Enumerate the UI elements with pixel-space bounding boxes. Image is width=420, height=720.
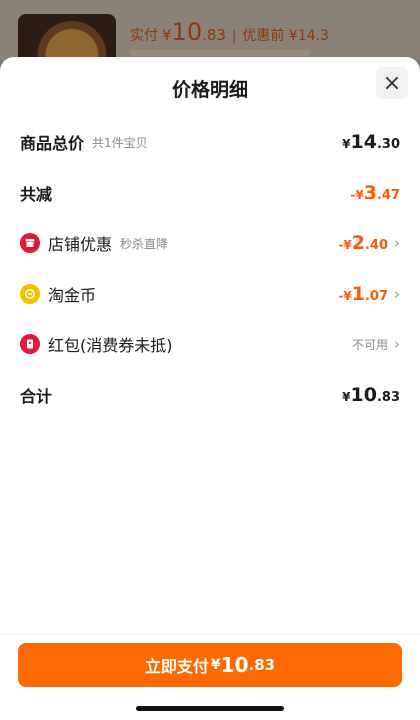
- grand-total-amount: ¥ 10 .83: [342, 384, 400, 406]
- shop-int: 2: [351, 232, 365, 254]
- paid-integer: 10: [171, 18, 203, 46]
- close-button[interactable]: ×: [376, 67, 408, 99]
- coin-int: 1: [351, 283, 365, 305]
- coin-dec: .07: [364, 289, 388, 304]
- total-price-amount: ¥ 14 .30: [342, 131, 400, 153]
- reduction-amount: -¥ 3 .47: [350, 182, 400, 204]
- coin-amount: -¥ 1 .07: [338, 283, 388, 305]
- background-stripe: [130, 50, 310, 56]
- chevron-right-icon: ›: [394, 285, 400, 303]
- shop-dec: .40: [364, 238, 388, 253]
- sum-yen: ¥: [342, 390, 351, 404]
- coin-yen: -¥: [338, 289, 352, 303]
- coin-label: 淘金币: [48, 286, 97, 305]
- reduction-yen: -¥: [350, 188, 364, 202]
- reduction-dec: .47: [376, 188, 400, 203]
- chevron-right-icon: ›: [394, 335, 400, 353]
- shop-yen: -¥: [338, 238, 352, 252]
- pay-yen: ¥: [210, 657, 221, 673]
- paid-yen: ¥: [162, 26, 172, 44]
- reduction-label: 共减: [20, 185, 53, 204]
- row-shop-discount[interactable]: 店铺优惠 秒杀直降 -¥ 2 .40 ›: [20, 228, 400, 258]
- pay-label: 立即支付: [144, 657, 209, 676]
- coin-icon: [20, 284, 40, 304]
- price-separator: |: [231, 29, 237, 44]
- chevron-right-icon: ›: [394, 234, 400, 252]
- row-total-price: 商品总价 共1件宝贝 ¥ 14 .30: [20, 127, 400, 157]
- red-packet-icon: [20, 334, 40, 354]
- item-count: 共1件宝贝: [92, 135, 148, 150]
- footer-divider: [0, 634, 420, 635]
- product-thumbnail: [18, 14, 116, 60]
- row-total-reduction: 共减 -¥ 3 .47: [20, 178, 400, 208]
- pay-int: 10: [220, 653, 249, 677]
- shop-icon: [20, 233, 40, 253]
- paid-decimal: .83: [202, 26, 226, 44]
- original-price: 优惠前 ¥14.3: [242, 28, 329, 44]
- sum-dec: .83: [376, 390, 400, 405]
- background-price-line: 实付 ¥ 10 .83 | 优惠前 ¥14.3: [130, 18, 329, 46]
- total-yen: ¥: [342, 137, 351, 151]
- shop-discount-type: 秒杀直降: [120, 236, 169, 251]
- row-taobao-coin[interactable]: 淘金币 -¥ 1 .07 ›: [20, 279, 400, 309]
- reduction-int: 3: [363, 182, 377, 204]
- close-icon: ×: [382, 70, 402, 96]
- shop-discount-amount: -¥ 2 .40: [338, 232, 388, 254]
- pay-dec: .83: [248, 656, 276, 674]
- home-indicator[interactable]: [136, 706, 284, 711]
- shop-discount-label: 店铺优惠: [48, 235, 113, 254]
- row-red-packet[interactable]: 红包(消费券未抵) 不可用 ›: [20, 329, 400, 359]
- total-price-label: 商品总价: [20, 134, 85, 153]
- paid-label: 实付: [130, 28, 158, 44]
- row-grand-total: 合计 ¥ 10 .83: [20, 380, 400, 410]
- total-int: 14: [350, 131, 377, 153]
- sum-int: 10: [350, 384, 377, 406]
- red-packet-label: 红包(消费券未抵): [48, 336, 173, 355]
- price-detail-sheet: 价格明细 × 商品总价 共1件宝贝 ¥ 14 .30 共减 -¥ 3 .47 店…: [0, 57, 420, 720]
- pay-now-button[interactable]: 立即支付 ¥ 10 .83: [18, 643, 402, 687]
- total-dec: .30: [376, 137, 400, 152]
- sheet-title: 价格明细: [171, 79, 248, 101]
- grand-total-label: 合计: [20, 387, 53, 406]
- red-packet-status: 不可用: [351, 337, 388, 352]
